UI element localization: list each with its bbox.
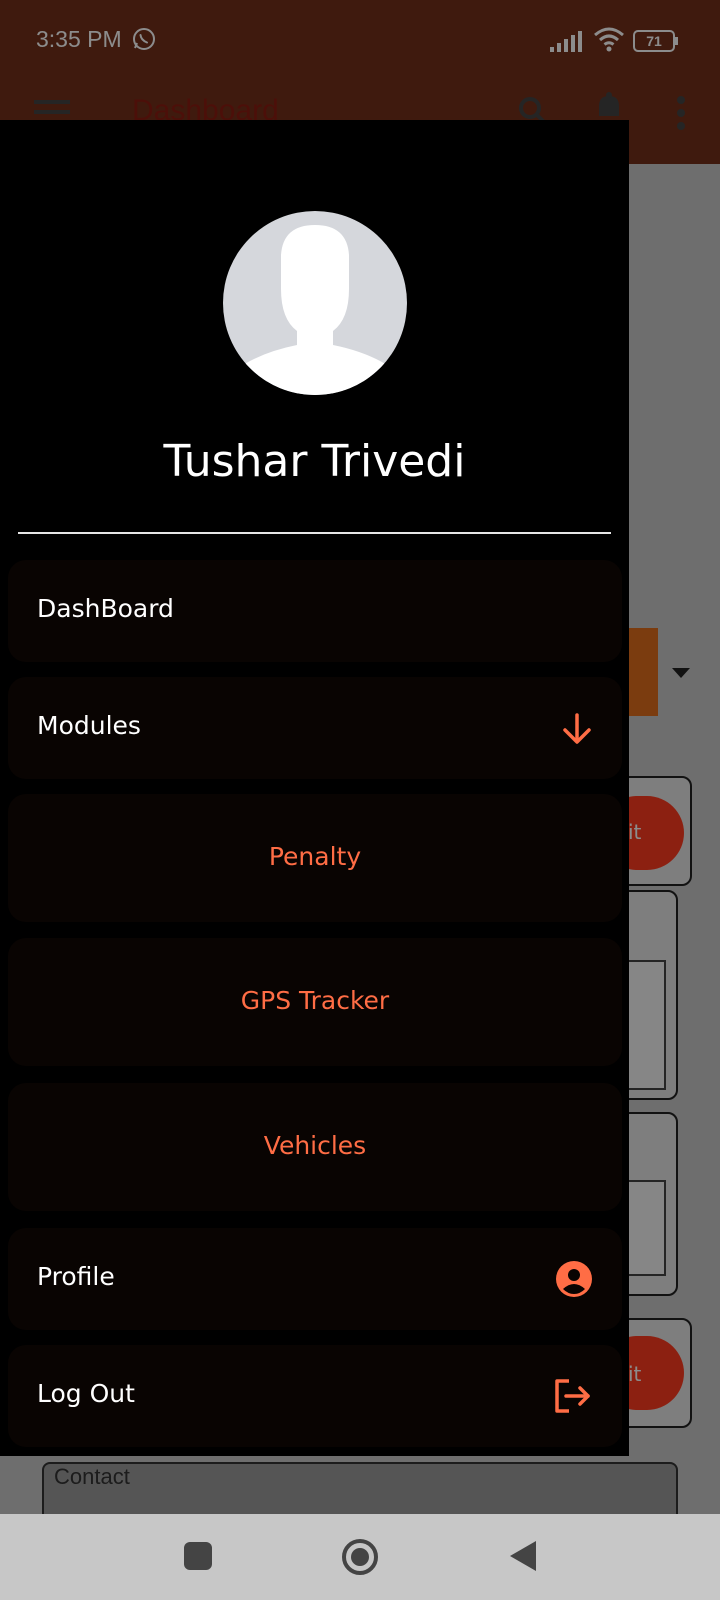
navigation-drawer: Tushar Trivedi DashBoard Modules Penalty…	[0, 120, 629, 1456]
back-button[interactable]	[510, 1541, 536, 1571]
menu-item-profile[interactable]: Profile	[8, 1228, 622, 1330]
menu-item-dashboard[interactable]: DashBoard	[8, 560, 622, 662]
avatar	[223, 211, 407, 395]
user-name: Tushar Trivedi	[163, 436, 466, 487]
submenu-item-penalty[interactable]: Penalty	[8, 794, 622, 922]
submenu-item-label: GPS Tracker	[240, 986, 390, 1015]
menu-item-modules[interactable]: Modules	[8, 677, 622, 779]
recents-button[interactable]	[184, 1542, 212, 1570]
menu-item-label: Profile	[37, 1262, 115, 1291]
user-silhouette-icon	[231, 225, 399, 395]
logout-icon	[555, 1379, 590, 1413]
menu-item-label: Modules	[37, 711, 141, 740]
menu-item-label: Log Out	[37, 1379, 135, 1408]
menu-item-log-out[interactable]: Log Out	[8, 1345, 622, 1447]
account-circle-icon	[556, 1261, 592, 1297]
submenu-item-vehicles[interactable]: Vehicles	[8, 1083, 622, 1211]
submenu-item-gps-tracker[interactable]: GPS Tracker	[8, 938, 622, 1066]
submenu-item-label: Penalty	[268, 842, 362, 871]
submenu-item-label: Vehicles	[263, 1131, 367, 1160]
home-dot-icon	[351, 1548, 369, 1566]
arrow-down-icon	[563, 713, 591, 744]
divider	[18, 532, 611, 534]
menu-item-label: DashBoard	[37, 594, 174, 623]
